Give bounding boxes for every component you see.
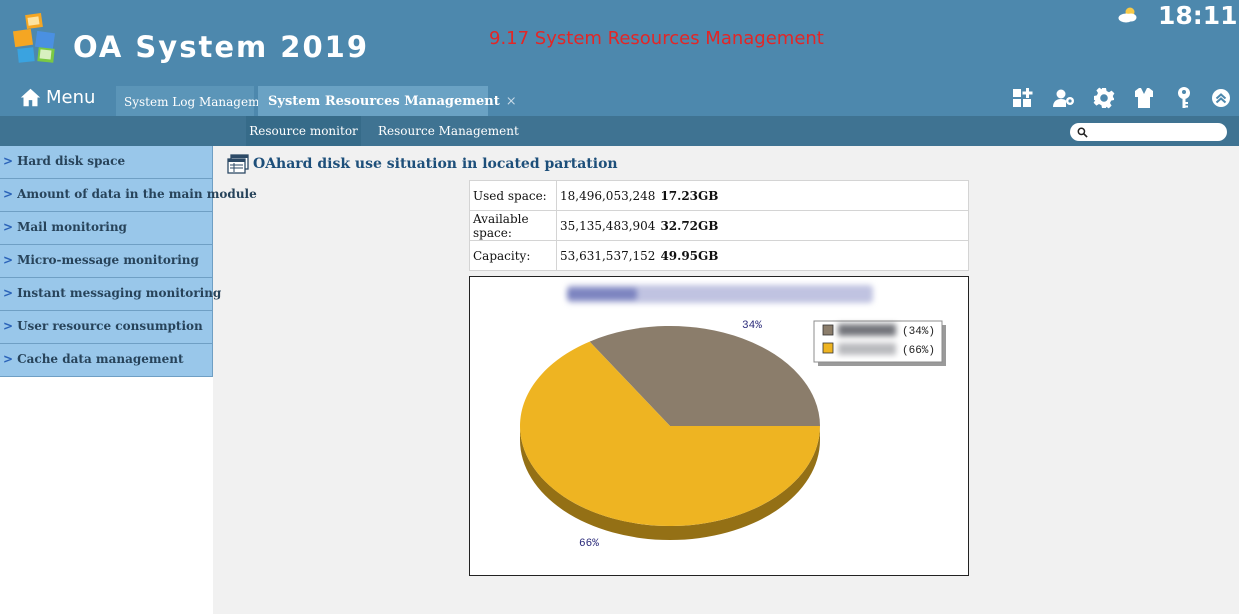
sidebar-item-label: Micro-message monitoring	[17, 253, 199, 267]
sidebar-item-label: Cache data management	[17, 352, 184, 366]
table-icon	[227, 154, 249, 174]
table-row: Used space: 18,496,053,248 17.23GB	[469, 180, 969, 211]
subtab-resource-management[interactable]: Resource Management	[378, 116, 519, 146]
search-input[interactable]	[1070, 123, 1227, 141]
chevron-right-icon: >	[3, 253, 14, 267]
sidebar-item-label: Amount of data in the main module	[17, 187, 257, 201]
page-title: OAhard disk use situation in located par…	[253, 156, 618, 172]
sidebar-item-label: Instant messaging monitoring	[17, 286, 222, 300]
shirt-icon[interactable]	[1132, 86, 1156, 110]
chevron-right-icon: >	[3, 286, 14, 300]
pie-layer	[520, 326, 820, 540]
chevron-right-icon: >	[3, 352, 14, 366]
sidebar-item-label: Hard disk space	[17, 154, 126, 168]
sidebar-item-user-resource-consumption[interactable]: > User resource consumption	[0, 311, 213, 344]
home-icon	[20, 88, 41, 106]
legend-swatch-used	[822, 324, 834, 336]
clock: 18:11	[1158, 1, 1238, 30]
table-row: Available space: 35,135,483,904 32.72GB	[469, 210, 969, 241]
close-tab-icon[interactable]: ×	[506, 94, 517, 109]
tab-system-log-management[interactable]: System Log Management	[116, 86, 279, 116]
sidebar-item-label: User resource consumption	[17, 319, 203, 333]
chevron-right-icon: >	[3, 154, 14, 168]
tab-system-resources-management[interactable]: System Resources Management ×	[258, 86, 517, 116]
sidebar-item-mail-monitoring[interactable]: > Mail monitoring	[0, 212, 213, 245]
bytes-value: 53,631,537,152	[560, 248, 656, 263]
legend-swatch-available	[822, 342, 834, 354]
row-value: 35,135,483,904 32.72GB	[556, 210, 969, 241]
tab-label: System Log Management	[124, 95, 280, 109]
chart-legend: (34%) (66%)	[813, 320, 946, 366]
page-subtitle: 9.17 System Resources Management	[489, 28, 824, 49]
menu-label: Menu	[46, 86, 96, 108]
tab-label: System Resources Management	[268, 94, 500, 109]
sidebar-item-cache-data-management[interactable]: > Cache data management	[0, 344, 213, 377]
slice-label-used: 34%	[742, 320, 762, 332]
sidebar-item-instant-messaging-monitoring[interactable]: > Instant messaging monitoring	[0, 278, 221, 311]
slice-label-available: 66%	[579, 538, 599, 550]
row-label: Capacity:	[469, 240, 557, 271]
chevron-right-icon: >	[3, 319, 14, 333]
chevron-right-icon: >	[3, 187, 14, 201]
row-label: Used space:	[469, 180, 557, 211]
weather-icon	[1117, 6, 1139, 24]
disk-usage-chart: (34%) (66%) 34% 66%	[469, 276, 969, 576]
pie-chart: (34%) (66%) 34% 66%	[520, 285, 946, 550]
sidebar-item-hard-disk-space[interactable]: > Hard disk space	[0, 146, 213, 179]
gb-value: 49.95GB	[660, 248, 719, 263]
menu-button[interactable]: Menu	[20, 84, 95, 110]
content-title: OAhard disk use situation in located par…	[227, 154, 618, 174]
row-value: 18,496,053,248 17.23GB	[556, 180, 969, 211]
apps-icon[interactable]	[1011, 86, 1035, 110]
app-header: OA System 2019 9.17 System Resources Man…	[0, 0, 1239, 116]
user-settings-icon[interactable]	[1052, 86, 1076, 110]
sidebar-item-label: Mail monitoring	[17, 220, 127, 234]
sub-navigation: Resource monitor Resource Management	[0, 116, 1239, 146]
gear-icon[interactable]	[1092, 86, 1116, 110]
sidebar-item-main-module-data[interactable]: > Amount of data in the main module	[0, 179, 257, 212]
gb-value: 32.72GB	[660, 218, 719, 233]
disk-usage-table: Used space: 18,496,053,248 17.23GB Availa…	[469, 180, 969, 271]
gb-value: 17.23GB	[660, 188, 719, 203]
table-row: Capacity: 53,631,537,152 49.95GB	[469, 240, 969, 271]
row-label: Available space:	[469, 210, 557, 241]
sidebar-item-micro-message-monitoring[interactable]: > Micro-message monitoring	[0, 245, 213, 278]
chart-title-redacted	[567, 285, 873, 303]
chevron-right-icon: >	[3, 220, 14, 234]
collapse-up-icon[interactable]	[1209, 86, 1233, 110]
logo-icon	[12, 12, 62, 64]
app-title: OA System 2019	[73, 30, 370, 64]
sidebar: > Hard disk space > Amount of data in the …	[0, 146, 257, 614]
bytes-value: 18,496,053,248	[560, 188, 656, 203]
legend-pct-available: (66%)	[902, 345, 935, 357]
legend-pct-used: (34%)	[902, 326, 935, 338]
key-icon[interactable]	[1172, 86, 1196, 110]
subtab-resource-monitor[interactable]: Resource monitor	[246, 116, 361, 146]
bytes-value: 35,135,483,904	[560, 218, 656, 233]
row-value: 53,631,537,152 49.95GB	[556, 240, 969, 271]
